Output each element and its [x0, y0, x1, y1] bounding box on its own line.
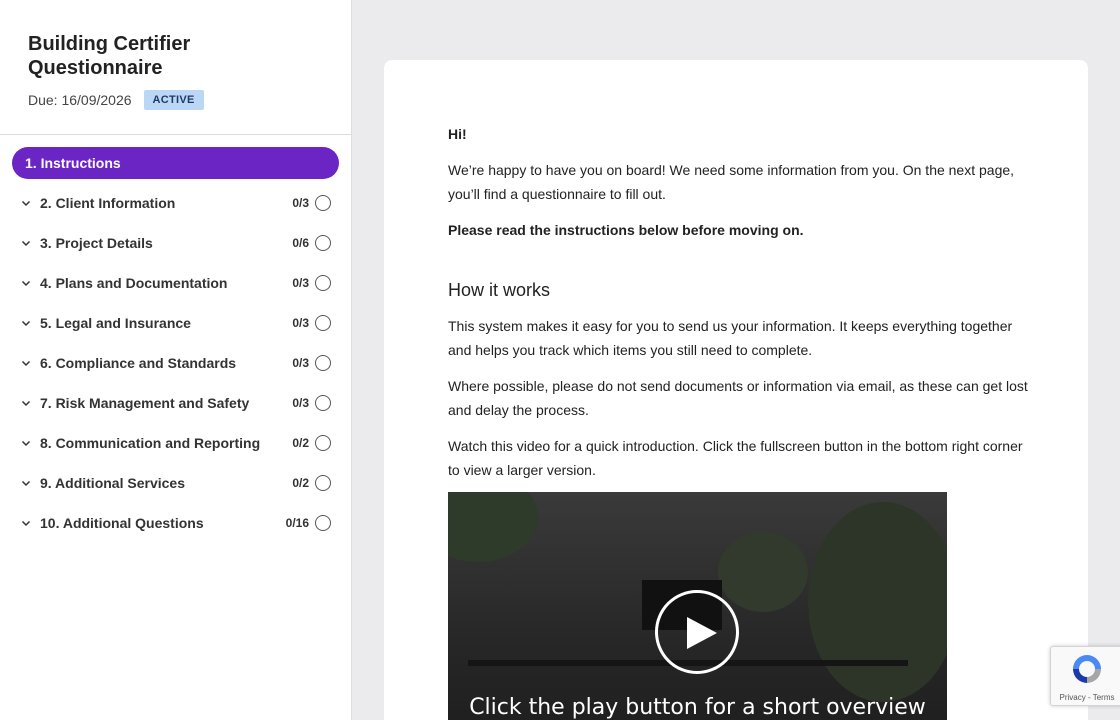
instruction-note: Please read the instructions below befor…: [448, 222, 804, 238]
progress-circle-icon: [315, 275, 331, 291]
nav-item[interactable]: 7. Risk Management and Safety 0/3: [0, 383, 351, 423]
nav-item-label: 2. Client Information: [40, 195, 176, 211]
nav-item-count: 0/3: [292, 316, 309, 330]
nav-item-count: 0/3: [292, 396, 309, 410]
sidebar-header: Building Certifier Questionnaire Due: 16…: [0, 0, 351, 135]
intro-video[interactable]: Click the play button for a short overvi…: [448, 492, 947, 720]
nav-item-label: 8. Communication and Reporting: [40, 435, 261, 451]
sidebar: Building Certifier Questionnaire Due: 16…: [0, 0, 352, 720]
nav-item-count: 0/2: [292, 476, 309, 490]
nav-item[interactable]: 9. Additional Services 0/2: [0, 463, 351, 503]
chevron-down-icon[interactable]: [20, 237, 32, 249]
chevron-down-icon[interactable]: [20, 397, 32, 409]
progress-circle-icon: [315, 235, 331, 251]
paragraph-2: Where possible, please do not send docum…: [448, 378, 1028, 418]
chevron-down-icon[interactable]: [20, 357, 32, 369]
nav-item[interactable]: 6. Compliance and Standards 0/3: [0, 343, 351, 383]
instructions-content: Hi! We’re happy to have you on board! We…: [448, 122, 1028, 494]
progress-circle-icon: [315, 515, 331, 531]
video-background-shape: [808, 502, 947, 702]
video-background-shape: [448, 492, 538, 562]
section-heading: How it works: [448, 280, 551, 300]
nav-item[interactable]: 2. Client Information 0/3: [0, 183, 351, 223]
due-row: Due: 16/09/2026 ACTIVE: [28, 90, 323, 110]
nav-item[interactable]: 5. Legal and Insurance 0/3: [0, 303, 351, 343]
progress-circle-icon: [315, 395, 331, 411]
nav-item-label: 9. Additional Services: [40, 475, 185, 491]
chevron-down-icon[interactable]: [20, 277, 32, 289]
paragraph-3: Watch this video for a quick introductio…: [448, 438, 1023, 478]
greeting: Hi!: [448, 126, 467, 142]
play-button[interactable]: [655, 590, 739, 674]
video-caption: Click the play button for a short overvi…: [469, 695, 926, 720]
progress-circle-icon: [315, 475, 331, 491]
nav-item[interactable]: 4. Plans and Documentation 0/3: [0, 263, 351, 303]
nav-item-label: 4. Plans and Documentation: [40, 275, 228, 291]
nav-item-count: 0/3: [292, 196, 309, 210]
nav-item-label: 3. Project Details: [40, 235, 153, 251]
due-date: Due: 16/09/2026: [28, 92, 132, 108]
progress-circle-icon: [315, 195, 331, 211]
section-nav: 1. Instructions 2. Client Information 0/3…: [0, 135, 351, 543]
nav-item-instructions[interactable]: 1. Instructions: [12, 147, 339, 179]
progress-circle-icon: [315, 315, 331, 331]
page-title: Building Certifier Questionnaire: [28, 33, 191, 79]
nav-item-label: 10. Additional Questions: [40, 515, 204, 531]
nav-item-label: 5. Legal and Insurance: [40, 315, 191, 331]
paragraph-1: This system makes it easy for you to sen…: [448, 318, 1013, 358]
nav-item[interactable]: 3. Project Details 0/6: [0, 223, 351, 263]
status-badge: ACTIVE: [143, 90, 204, 110]
play-icon: [687, 617, 717, 649]
recaptcha-badge[interactable]: Privacy - Terms: [1050, 646, 1120, 706]
intro-text: We’re happy to have you on board! We nee…: [448, 162, 1015, 202]
recaptcha-icon: [1073, 655, 1101, 683]
nav-item-count: 0/6: [292, 236, 309, 250]
nav-item-count: 0/3: [292, 276, 309, 290]
nav-item-count: 0/16: [285, 516, 309, 530]
chevron-down-icon[interactable]: [20, 437, 32, 449]
progress-circle-icon: [315, 435, 331, 451]
nav-item[interactable]: 10. Additional Questions 0/16: [0, 503, 351, 543]
nav-item-label: 7. Risk Management and Safety: [40, 395, 250, 411]
nav-item[interactable]: 8. Communication and Reporting 0/2: [0, 423, 351, 463]
nav-item-count: 0/2: [292, 436, 309, 450]
chevron-down-icon[interactable]: [20, 197, 32, 209]
main-card: Hi! We’re happy to have you on board! We…: [384, 60, 1088, 720]
chevron-down-icon[interactable]: [20, 517, 32, 529]
nav-item-count: 0/3: [292, 356, 309, 370]
nav-item-label: 6. Compliance and Standards: [40, 355, 237, 371]
recaptcha-links[interactable]: Privacy - Terms: [1051, 693, 1120, 702]
video-background-shape: [718, 532, 808, 612]
chevron-down-icon[interactable]: [20, 477, 32, 489]
progress-circle-icon: [315, 355, 331, 371]
chevron-down-icon[interactable]: [20, 317, 32, 329]
